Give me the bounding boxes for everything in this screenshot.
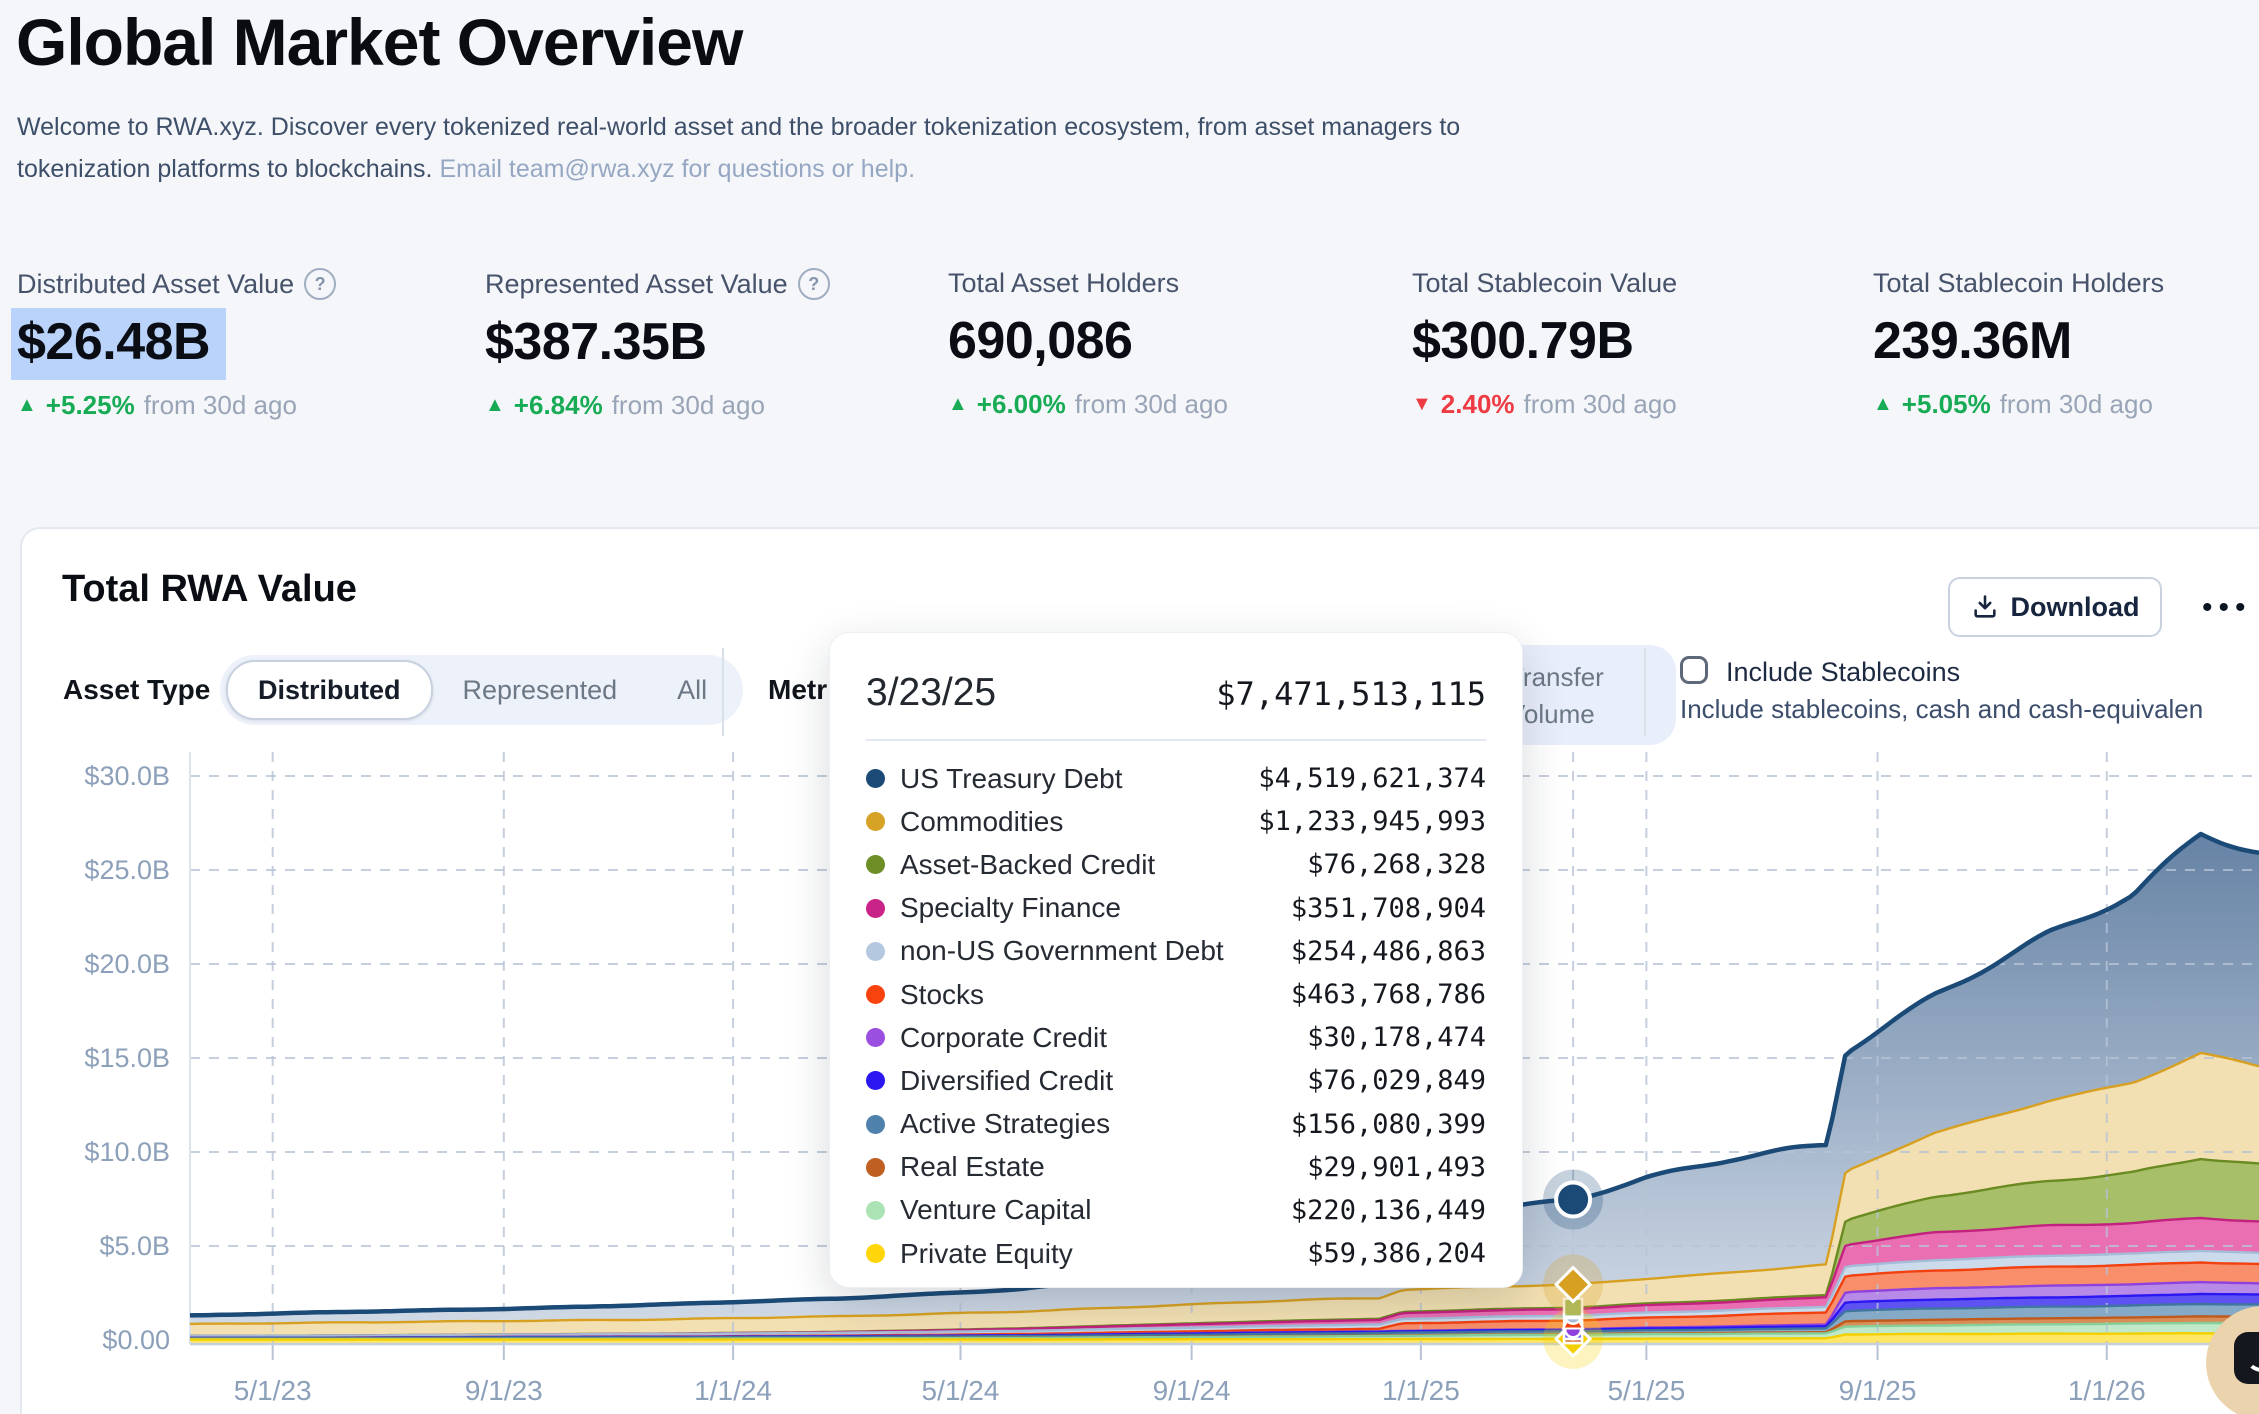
series-label: Corporate Credit <box>900 1021 1107 1053</box>
svg-text:9/1/25: 9/1/25 <box>1839 1375 1917 1406</box>
svg-text:$10.0B: $10.0B <box>84 1137 170 1167</box>
series-dot-icon <box>866 1157 885 1177</box>
tooltip-row: Specialty Finance $351,708,904 <box>866 887 1486 930</box>
tooltip-row: Asset-Backed Credit $76,268,328 <box>866 843 1486 886</box>
series-label: Commodities <box>900 805 1064 837</box>
series-label: Venture Capital <box>900 1194 1092 1226</box>
series-dot-icon <box>866 812 885 832</box>
tooltip-row: Stocks $463,768,786 <box>866 973 1486 1016</box>
tooltip-date: 3/23/25 <box>866 671 997 714</box>
series-label: US Treasury Debt <box>900 762 1123 794</box>
svg-text:1/1/24: 1/1/24 <box>694 1375 772 1406</box>
series-label: Diversified Credit <box>900 1064 1114 1096</box>
series-label: Asset-Backed Credit <box>900 848 1156 880</box>
series-label: Private Equity <box>900 1237 1073 1269</box>
series-value: $76,268,328 <box>1307 849 1486 881</box>
tooltip-row: Commodities $1,233,945,993 <box>866 800 1486 843</box>
series-dot-icon <box>866 941 885 961</box>
tooltip-row: Corporate Credit $30,178,474 <box>866 1016 1486 1059</box>
series-value: $29,901,493 <box>1307 1151 1486 1183</box>
series-dot-icon <box>866 1028 885 1048</box>
series-label: Real Estate <box>900 1151 1045 1183</box>
svg-text:$0.00: $0.00 <box>102 1325 170 1355</box>
series-dot-icon <box>866 1244 885 1264</box>
series-value: $220,136,449 <box>1290 1194 1486 1226</box>
tooltip-row: Diversified Credit $76,029,849 <box>866 1059 1486 1102</box>
series-label: Active Strategies <box>900 1108 1111 1140</box>
svg-text:5/1/24: 5/1/24 <box>922 1375 1000 1406</box>
svg-text:$20.0B: $20.0B <box>84 949 170 979</box>
series-value: $463,768,786 <box>1290 979 1486 1011</box>
svg-text:1/1/25: 1/1/25 <box>1382 1375 1460 1406</box>
series-dot-icon <box>866 898 885 918</box>
chart-tooltip: 3/23/25 $7,471,513,115 US Treasury Debt $… <box>829 632 1523 1288</box>
series-dot-icon <box>866 1114 885 1134</box>
svg-text:$5.0B: $5.0B <box>99 1231 170 1261</box>
tooltip-row: Venture Capital $220,136,449 <box>866 1189 1486 1232</box>
series-value: $1,233,945,993 <box>1258 806 1486 838</box>
svg-text:5/1/23: 5/1/23 <box>234 1375 312 1406</box>
series-dot-icon <box>866 1200 885 1220</box>
series-label: Stocks <box>900 978 985 1010</box>
series-label: Specialty Finance <box>900 892 1122 924</box>
series-dot-icon <box>866 1071 885 1091</box>
svg-text:9/1/24: 9/1/24 <box>1153 1375 1231 1406</box>
svg-text:$30.0B: $30.0B <box>84 761 170 791</box>
series-value: $156,080,399 <box>1290 1108 1486 1140</box>
tooltip-row: Private Equity $59,386,204 <box>866 1232 1486 1275</box>
global-market-overview-page: Global Market Overview Welcome to RWA.xy… <box>0 0 2259 1414</box>
tooltip-rows: US Treasury Debt $4,519,621,374 Commoditie… <box>866 757 1486 1275</box>
tooltip-header: 3/23/25 $7,471,513,115 <box>866 671 1486 715</box>
tooltip-row: Active Strategies $156,080,399 <box>866 1103 1486 1146</box>
series-value: $4,519,621,374 <box>1258 763 1486 795</box>
svg-text:$25.0B: $25.0B <box>84 855 170 885</box>
tooltip-divider <box>866 739 1486 741</box>
series-dot-icon <box>866 985 885 1005</box>
series-value: $59,386,204 <box>1307 1238 1486 1270</box>
svg-text:1/1/26: 1/1/26 <box>2068 1375 2146 1406</box>
series-value: $254,486,863 <box>1290 935 1486 967</box>
chat-icon <box>2234 1332 2259 1384</box>
tooltip-row: US Treasury Debt $4,519,621,374 <box>866 757 1486 800</box>
series-value: $76,029,849 <box>1307 1065 1486 1097</box>
tooltip-row: Real Estate $29,901,493 <box>866 1146 1486 1189</box>
svg-text:9/1/23: 9/1/23 <box>465 1375 543 1406</box>
svg-text:$15.0B: $15.0B <box>84 1043 170 1073</box>
series-label: non-US Government Debt <box>900 935 1224 967</box>
tooltip-row: non-US Government Debt $254,486,863 <box>866 930 1486 973</box>
series-value: $30,178,474 <box>1307 1022 1486 1054</box>
series-dot-icon <box>866 769 885 789</box>
series-dot-icon <box>866 855 885 875</box>
series-value: $351,708,904 <box>1290 892 1486 924</box>
tooltip-total: $7,471,513,115 <box>1216 675 1486 713</box>
svg-text:5/1/25: 5/1/25 <box>1607 1375 1685 1406</box>
